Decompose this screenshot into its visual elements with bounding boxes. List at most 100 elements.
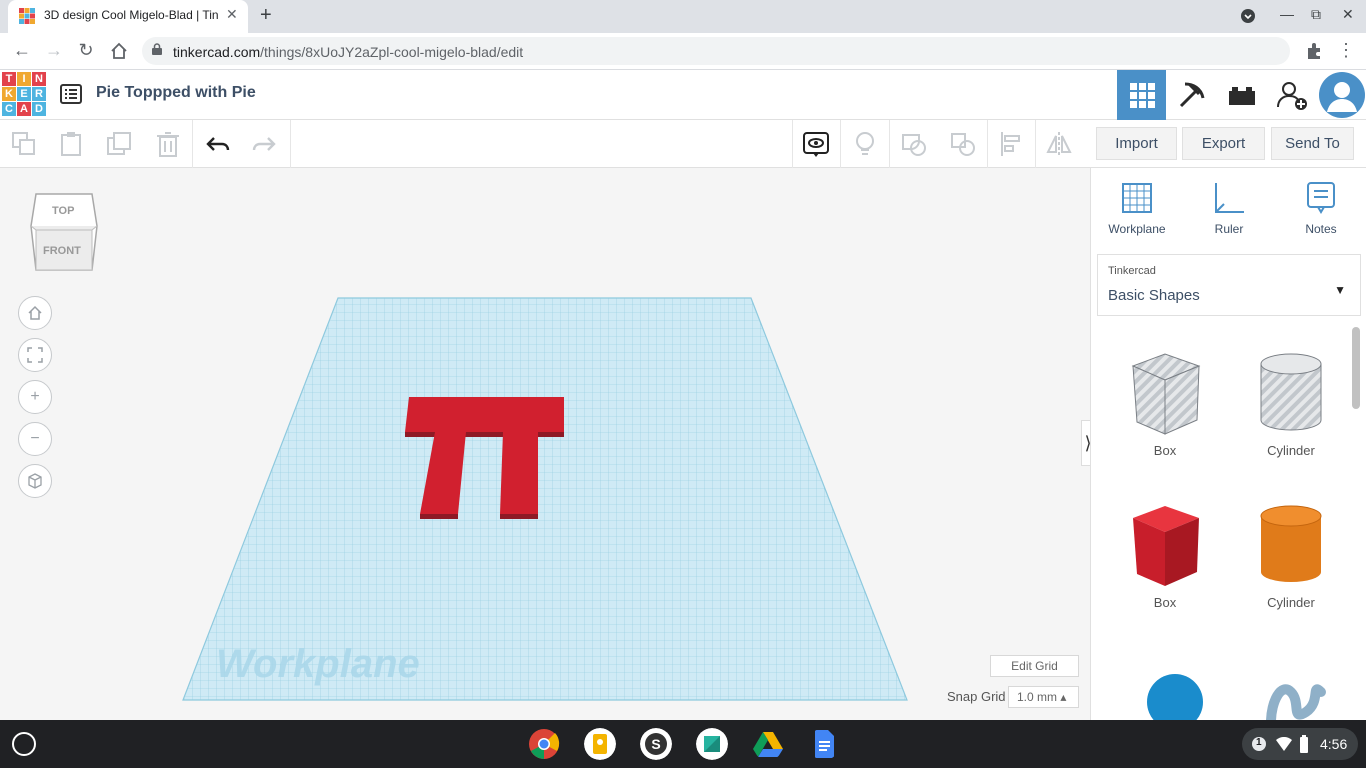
shape-label: Box [1153,595,1177,610]
ruler-icon [1215,183,1244,213]
ruler-tool[interactable]: Ruler [1189,180,1269,236]
pi-shape[interactable] [400,394,570,522]
cylinder-solid-icon [1260,505,1322,582]
design-list-icon[interactable] [60,84,82,104]
address-bar[interactable]: tinkercad.com/things/8xUoJY2aZpl-cool-mi… [142,37,1290,65]
minecraft-view-button[interactable] [1167,70,1216,120]
os-shelf: S 1 4:56 [0,720,1366,768]
launcher-icon[interactable] [12,732,36,756]
cylinder-hole-icon [1260,353,1322,431]
restore-icon[interactable]: ⧉ [1311,6,1321,23]
logo-letter: A [17,102,31,116]
snap-grid-select[interactable]: 1.0 mm ▴ [1008,686,1079,708]
toolbar-divider [987,120,988,168]
tab-search-icon[interactable] [1240,8,1256,24]
shape-library-select[interactable]: Tinkercad Basic Shapes ▼ [1097,254,1361,316]
chrome-icon[interactable] [528,728,560,760]
close-tab-icon[interactable]: ✕ [226,6,238,23]
wifi-icon [1276,737,1292,751]
duplicate-icon[interactable] [106,130,134,158]
minimize-icon[interactable]: — [1280,6,1294,22]
invite-user-button[interactable] [1267,70,1316,120]
library-name: Basic Shapes [1108,287,1200,304]
shape-sphere[interactable] [1115,662,1215,720]
shapes-panel: Workplane Ruler Notes Tinkercad Basic Sh… [1090,168,1366,720]
tab-title: 3D design Cool Migelo-Blad | Tin [44,8,219,22]
forward-icon[interactable]: → [42,40,66,61]
shape-cylinder-hole[interactable]: Cylinder [1241,350,1341,458]
new-tab-icon[interactable]: + [260,4,272,27]
toolbar-divider [1035,120,1036,168]
workplane-tool-label: Workplane [1108,222,1166,236]
import-button[interactable]: Import [1096,127,1177,160]
edit-toolbar [0,120,1090,168]
ungroup-icon[interactable] [949,130,977,158]
shape-box-solid[interactable]: Box [1115,502,1215,610]
notes-tool-label: Notes [1305,222,1337,236]
toolbar-divider [792,120,793,168]
paste-icon[interactable] [57,130,85,158]
workplane-icon [1122,183,1152,213]
tinkercad-favicon-icon [19,8,35,24]
3d-design-view-button[interactable] [1117,70,1166,120]
add-user-icon [1276,82,1307,110]
close-window-icon[interactable]: ✕ [1342,6,1354,23]
lightbulb-icon[interactable] [851,130,879,158]
toolbar-divider [192,120,193,168]
skype-icon[interactable]: S [640,728,672,760]
home-icon[interactable] [107,42,131,60]
drive-icon[interactable] [752,728,784,760]
library-source-label: Tinkercad [1108,265,1156,277]
design-canvas[interactable]: TOP FRONT + − Workplane Edit Grid Snap G… [0,168,1095,720]
keep-icon[interactable] [584,728,616,760]
mirror-icon[interactable] [1045,130,1073,158]
docs-icon[interactable] [808,728,840,760]
panel-scrollbar[interactable] [1352,327,1360,409]
browser-tab[interactable]: 3D design Cool Migelo-Blad | Tin ✕ [8,0,248,33]
redo-icon[interactable] [250,130,278,158]
more-menu-icon[interactable]: ⋮ [1334,40,1358,61]
copy-icon[interactable] [10,130,38,158]
notes-tool[interactable]: Notes [1281,180,1361,236]
shape-label: Cylinder [1267,595,1315,610]
reload-icon[interactable]: ↻ [74,40,98,61]
battery-icon [1300,735,1308,753]
workplane-tool[interactable]: Workplane [1097,180,1177,236]
bricks-view-button[interactable] [1217,70,1266,120]
shape-cylinder-solid[interactable]: Cylinder [1241,502,1341,610]
export-button[interactable]: Export [1182,127,1265,160]
import-export-bar: Import Export Send To [1090,120,1366,168]
shape-label: Box [1153,443,1177,458]
shapes-grid: Box Cylinder Box Cylinder [1095,326,1353,720]
group-icon[interactable] [900,130,928,158]
caret-down-icon: ▼ [1334,283,1346,297]
design-title[interactable]: Pie Toppped with Pie [96,84,256,102]
logo-letter: K [2,87,16,101]
brick-icon [1228,87,1255,105]
back-icon[interactable]: ← [10,40,34,61]
shape-box-hole[interactable]: Box [1115,350,1215,458]
logo-letter: T [2,72,16,86]
extensions-icon[interactable] [1302,42,1326,60]
toolbar-divider [290,120,291,168]
notes-icon [1307,182,1335,214]
notification-count: 1 [1256,737,1262,748]
grid-icon [1129,83,1155,108]
app-header: T I N K E R C A D Pie Toppped with Pie [0,70,1366,120]
ruler-tool-label: Ruler [1214,222,1244,236]
send-to-button[interactable]: Send To [1271,127,1354,160]
align-icon[interactable] [998,130,1026,158]
box-hole-icon [1131,353,1201,435]
shape-label: Cylinder [1267,443,1315,458]
tinkercad-logo[interactable]: T I N K E R C A D [2,72,46,116]
user-avatar[interactable] [1317,70,1366,120]
undo-icon[interactable] [204,130,232,158]
notes-visibility-icon[interactable] [802,130,830,158]
shape-scribble[interactable] [1241,662,1341,720]
app-icon[interactable] [696,728,728,760]
lock-icon [152,43,162,55]
system-tray[interactable]: 1 4:56 [1242,728,1358,760]
url-text: tinkercad.com/things/8xUoJY2aZpl-cool-mi… [173,44,524,60]
edit-grid-button[interactable]: Edit Grid [990,655,1079,677]
delete-icon[interactable] [154,130,182,158]
